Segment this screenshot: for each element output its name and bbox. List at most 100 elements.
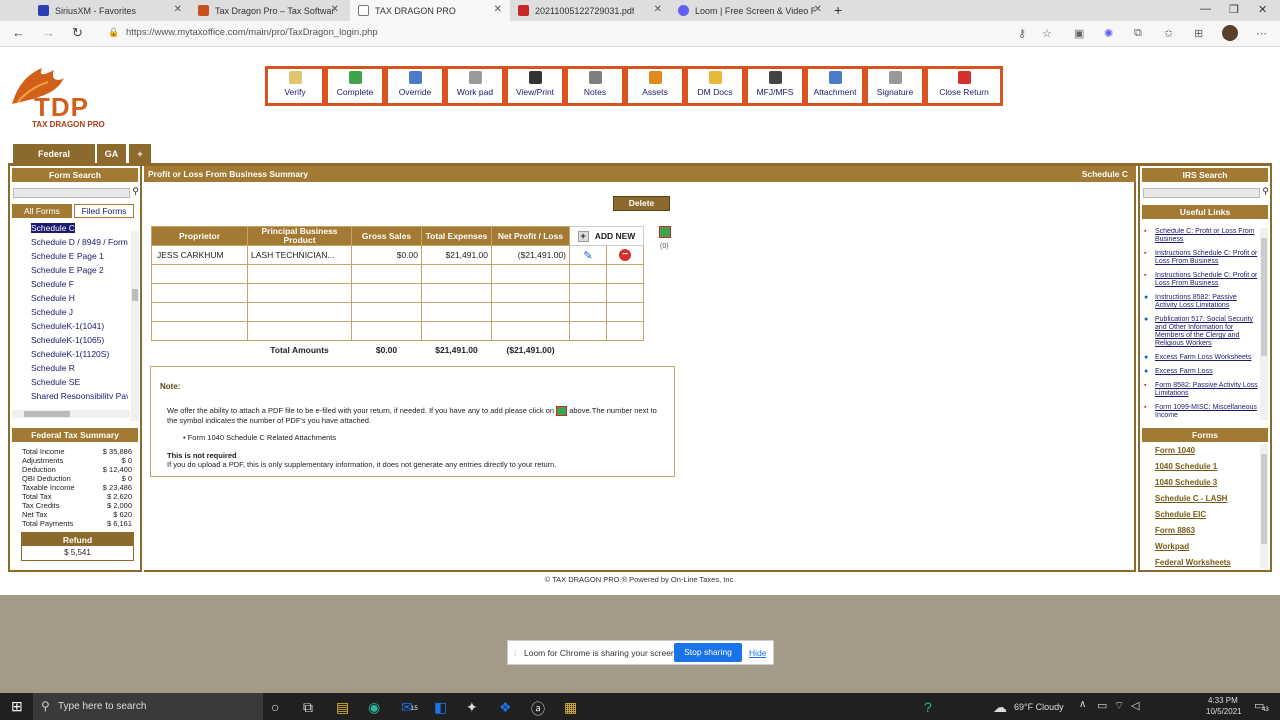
list-item[interactable]: Schedule E Page 1 <box>10 249 128 263</box>
minimize-icon[interactable]: — <box>1200 3 1211 15</box>
pdf-attach-icon[interactable] <box>659 226 671 238</box>
form-search-input[interactable] <box>13 188 130 198</box>
edit-pencil-icon[interactable]: ✎ <box>569 245 607 265</box>
filed-forms-tab[interactable]: Filed Forms <box>74 204 134 218</box>
list-item[interactable]: Schedule H <box>10 291 128 305</box>
form-link[interactable]: Federal Worksheets <box>1140 555 1260 567</box>
list-item[interactable]: Schedule D / 8949 / Form <box>10 235 128 249</box>
workpad-button[interactable]: Work pad <box>445 66 505 106</box>
forms-scrollbar[interactable] <box>1260 444 1268 568</box>
extension-icon[interactable]: ▣ <box>1074 27 1084 40</box>
form-link[interactable]: 1040 Schedule 1 <box>1140 459 1260 475</box>
task-view-icon[interactable]: ⧉ <box>303 699 313 716</box>
table-row[interactable] <box>151 283 644 303</box>
close-return-button[interactable]: Close Return <box>925 66 1003 106</box>
table-row[interactable] <box>151 302 644 322</box>
irs-search-input[interactable] <box>1143 188 1260 198</box>
complete-button[interactable]: Complete <box>325 66 385 106</box>
list-item[interactable]: Schedule R <box>10 361 128 375</box>
edge-icon[interactable]: ◉ <box>368 699 380 716</box>
close-icon[interactable]: ✕ <box>331 4 339 15</box>
maximize-icon[interactable]: ❐ <box>1229 3 1239 16</box>
list-item[interactable]: Schedule E Page 2 <box>10 263 128 277</box>
window-close-icon[interactable]: ✕ <box>1258 3 1267 16</box>
back-icon[interactable]: ← <box>12 25 25 40</box>
wifi-icon[interactable]: ⌔ <box>1114 699 1124 713</box>
key-icon[interactable]: ⚷ <box>1018 27 1026 40</box>
new-tab-icon[interactable]: + <box>834 2 842 18</box>
app-icon[interactable]: ✦ <box>466 699 478 716</box>
list-item[interactable]: ScheduleK-1(1120S) <box>10 347 128 361</box>
form-link[interactable]: Form 1040 <box>1140 443 1260 459</box>
form-link[interactable]: Schedule C - LASH <box>1140 491 1260 507</box>
list-item[interactable]: Schedule F <box>10 277 128 291</box>
browser-tab-3[interactable]: TAX DRAGON PRO ✕ <box>350 0 510 21</box>
file-explorer-icon[interactable]: ▤ <box>336 699 349 716</box>
close-icon[interactable]: ✕ <box>654 4 662 15</box>
amazon-icon[interactable]: ⓐ <box>531 699 545 719</box>
links-scrollbar[interactable] <box>1260 228 1268 420</box>
form-link[interactable]: Schedule EIC <box>1140 507 1260 523</box>
browser-tab-4[interactable]: 20211005122729031.pdf ✕ <box>510 0 670 21</box>
useful-link[interactable]: ● Excess Farm Loss Worksheets <box>1140 354 1260 362</box>
list-item[interactable]: Schedule SE <box>10 375 128 389</box>
tab-add-state[interactable]: + <box>129 144 151 163</box>
url-field[interactable]: https://www.mytaxoffice.com/main/pro/Tax… <box>126 27 378 38</box>
favorite-star-icon[interactable]: ☆ <box>1042 27 1052 40</box>
loom-extension-icon[interactable]: ✺ <box>1104 27 1113 40</box>
cortana-icon[interactable]: ○ <box>271 699 279 715</box>
stop-sharing-button[interactable]: Stop sharing <box>674 643 742 662</box>
list-item[interactable]: ScheduleK-1(1065) <box>10 333 128 347</box>
view-print-button[interactable]: View/Print <box>505 66 565 106</box>
dropbox-icon[interactable]: ❖ <box>499 699 512 716</box>
tray-chevron-icon[interactable]: ∧ <box>1079 699 1086 710</box>
form-list-scrollbar[interactable] <box>131 231 139 421</box>
browser-tab-1[interactable]: SiriusXM - Favorites ✕ <box>30 0 190 21</box>
all-forms-tab[interactable]: All Forms <box>12 204 72 218</box>
mfj-mfs-button[interactable]: MFJ/MFS <box>745 66 805 106</box>
list-item[interactable]: Shared Responsibility Pay <box>10 389 128 399</box>
form-list-hscrollbar[interactable] <box>12 410 130 418</box>
tab-federal[interactable]: Federal <box>13 144 95 163</box>
clock-time[interactable]: 4:33 PM <box>1208 696 1238 705</box>
list-item[interactable]: Schedule J <box>10 305 128 319</box>
favorites-icon[interactable]: ✩ <box>1164 27 1173 40</box>
search-icon[interactable]: ⚲ <box>132 186 139 197</box>
list-item[interactable]: ScheduleK-1(1041) <box>10 319 128 333</box>
close-icon[interactable]: ✕ <box>814 4 822 15</box>
useful-link[interactable]: ▪ Form 8582: Passive Activity Loss Limita… <box>1140 382 1260 398</box>
table-row[interactable]: JESS CARKHUM LASH TECHNICIAN... $0.00 $2… <box>151 245 644 265</box>
more-menu-icon[interactable]: ⋯ <box>1256 27 1267 40</box>
table-row[interactable] <box>151 264 644 284</box>
useful-link[interactable]: ● Excess Farm Loss <box>1140 368 1260 376</box>
form-link[interactable]: 1040 Schedule 3 <box>1140 475 1260 491</box>
close-icon[interactable]: ✕ <box>174 4 182 15</box>
useful-link[interactable]: ▪ Instructions Schedule C: Profit or Loss… <box>1140 272 1260 288</box>
override-button[interactable]: Override <box>385 66 445 106</box>
delete-row-icon[interactable]: − <box>606 245 644 265</box>
useful-link[interactable]: ▪ Schedule C: Profit or Loss From Busines… <box>1140 228 1260 244</box>
help-icon[interactable]: ? <box>924 699 932 715</box>
verify-button[interactable]: Verify <box>265 66 325 106</box>
search-icon[interactable]: ⚲ <box>1262 186 1269 197</box>
browser-tab-5[interactable]: Loom | Free Screen & Video Rec ✕ <box>670 0 830 21</box>
close-icon[interactable]: ✕ <box>494 4 502 15</box>
taskbar-search[interactable]: ⚲ Type here to search <box>33 693 263 720</box>
list-item[interactable]: Schedule C <box>10 221 128 235</box>
sticky-notes-icon[interactable]: ▦ <box>564 699 577 716</box>
dm-docs-button[interactable]: DM Docs <box>685 66 745 106</box>
browser-tab-2[interactable]: Tax Dragon Pro – Tax Software ✕ <box>190 0 347 21</box>
puzzle-icon[interactable]: ⧉ <box>1134 27 1142 40</box>
add-new-button[interactable]: + ADD NEW <box>569 226 644 246</box>
delete-screen-button[interactable]: Delete Screen <box>613 196 670 221</box>
collections-icon[interactable]: ⊞ <box>1194 27 1203 40</box>
windows-start-icon[interactable]: ⊞ <box>11 698 23 715</box>
network-icon[interactable]: ▭ <box>1097 699 1107 712</box>
drag-handle-icon[interactable]: ⁞ <box>514 648 516 658</box>
useful-link[interactable]: ● Publication 517: Social Security and Ot… <box>1140 316 1260 348</box>
outlook-icon[interactable]: ◧ <box>434 699 447 716</box>
table-row[interactable] <box>151 321 644 341</box>
tab-ga[interactable]: GA <box>97 144 126 163</box>
useful-link[interactable]: ▪ Form 1099-MISC: Miscellaneous Income <box>1140 404 1260 418</box>
assets-button[interactable]: Assets <box>625 66 685 106</box>
